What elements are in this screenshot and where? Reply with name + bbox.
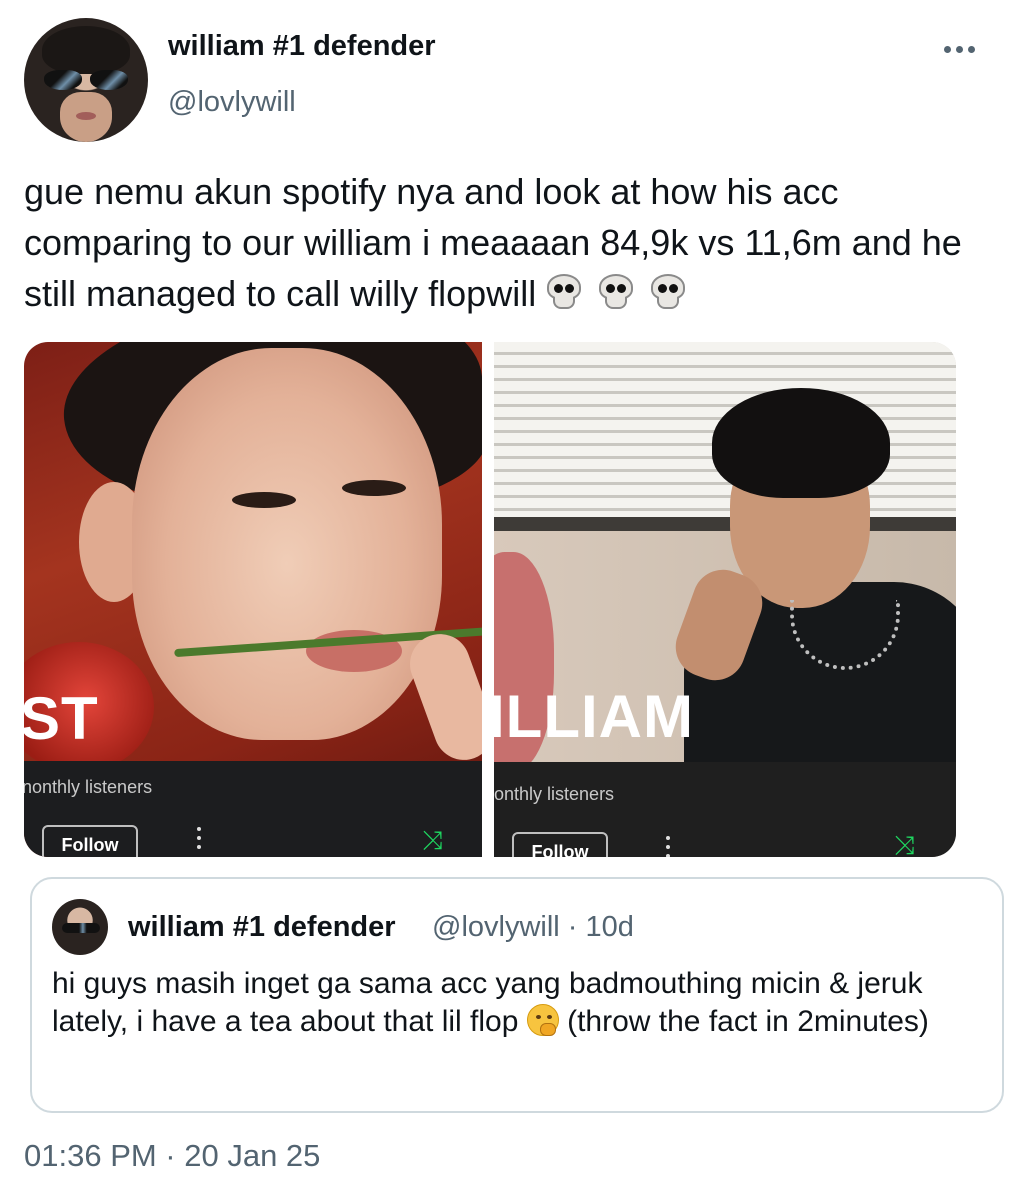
follow-button[interactable]: Follow (42, 825, 138, 857)
shuffle-icon[interactable]: ⤨ (894, 832, 915, 857)
tweet-timestamp[interactable]: 01:36 PM · 20 Jan 25 (24, 1138, 320, 1174)
spotify-controls-bar: nonthly listeners Follow ⤨ (24, 761, 482, 857)
photo-eye (232, 492, 296, 508)
emoji-row (544, 272, 688, 312)
monthly-listeners-label: onthly listeners (494, 784, 615, 804)
quoted-avatar[interactable] (52, 899, 108, 955)
quoted-handle-and-time: @lovlywill · 10d (432, 911, 634, 943)
spotify-controls-bar: onthly listeners Follow ⤨ (494, 762, 956, 857)
sunglasses-icon (62, 923, 100, 933)
quoted-display-name: william #1 defender (128, 911, 396, 943)
more-options-icon[interactable] (944, 46, 975, 53)
photo-hair (712, 388, 890, 498)
avatar[interactable] (24, 18, 148, 142)
photo-finger (401, 625, 482, 769)
quoted-text-after: (throw the fact in 2minutes) (567, 1005, 929, 1038)
photo-face (132, 348, 442, 740)
author-display-name[interactable]: william #1 defender (168, 30, 436, 63)
shushing-face-icon (526, 1004, 559, 1036)
quoted-tweet-text: hi guys masih inget ga sama acc yang bad… (52, 965, 982, 1041)
monthly-listeners-label: nonthly listeners (24, 777, 153, 797)
kebab-menu-icon[interactable] (666, 836, 670, 857)
quoted-tweet[interactable]: william #1 defender @lovlywill · 10d hi … (30, 877, 1004, 1113)
shuffle-icon[interactable]: ⤨ (422, 827, 443, 853)
author-handle[interactable]: @lovlywill (168, 86, 296, 119)
media-grid: ST nonthly listeners Follow ⤨ ILLIAM ont… (24, 342, 956, 857)
sunglasses-icon (44, 70, 130, 92)
follow-button[interactable]: Follow (512, 832, 608, 857)
artist-name-fragment: ST (24, 685, 99, 752)
skull-icon (648, 272, 688, 312)
skull-icon (544, 272, 584, 312)
avatar-hair (42, 26, 130, 74)
skull-icon (596, 272, 636, 312)
media-image-right[interactable]: ILLIAM onthly listeners Follow ⤨ (494, 342, 956, 857)
photo-eye (342, 480, 406, 496)
blinds-bar (494, 517, 956, 531)
kebab-menu-icon[interactable] (197, 827, 201, 849)
tweet-text: gue nemu akun spotify nya and look at ho… (24, 166, 1004, 319)
avatar-mouth (76, 112, 96, 120)
media-image-left[interactable]: ST nonthly listeners Follow ⤨ (24, 342, 482, 857)
artist-name-fragment: ILLIAM (494, 683, 694, 750)
tweet-text-body: gue nemu akun spotify nya and look at ho… (24, 171, 962, 314)
